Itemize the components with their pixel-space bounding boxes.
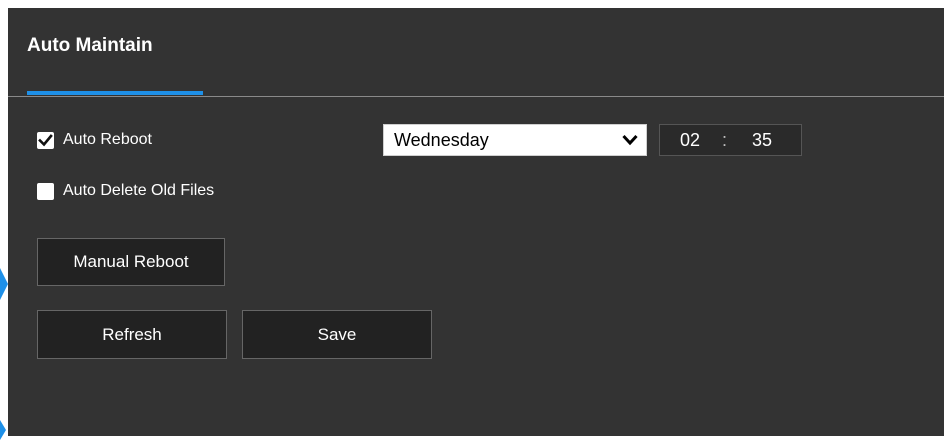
reboot-minute[interactable]: 35	[752, 130, 772, 151]
manual-reboot-button[interactable]: Manual Reboot	[37, 238, 225, 286]
reboot-day-select[interactable]: Wednesday	[383, 124, 647, 156]
tab-auto-maintain[interactable]: Auto Maintain	[27, 35, 153, 57]
collapse-arrow-icon[interactable]	[0, 268, 8, 300]
tab-header: Auto Maintain	[8, 8, 944, 97]
edge-marker-icon	[0, 420, 6, 440]
save-button[interactable]: Save	[242, 310, 432, 359]
reboot-day-value: Wednesday	[394, 129, 489, 150]
reboot-time-input[interactable]: 02 : 35	[659, 124, 802, 156]
chevron-down-icon	[622, 134, 638, 146]
active-tab-indicator	[27, 91, 203, 95]
checkmark-icon	[38, 133, 53, 146]
auto-delete-label: Auto Delete Old Files	[63, 182, 215, 199]
reboot-hour[interactable]: 02	[680, 130, 700, 151]
auto-delete-row: Auto Delete Old Files	[37, 182, 214, 200]
auto-reboot-row: Auto Reboot	[37, 131, 152, 149]
auto-reboot-label: Auto Reboot	[63, 131, 152, 148]
auto-reboot-checkbox[interactable]	[37, 131, 54, 149]
time-separator: :	[722, 130, 728, 150]
auto-delete-checkbox[interactable]	[37, 182, 54, 200]
refresh-button[interactable]: Refresh	[37, 310, 227, 359]
left-edge	[0, 0, 8, 436]
